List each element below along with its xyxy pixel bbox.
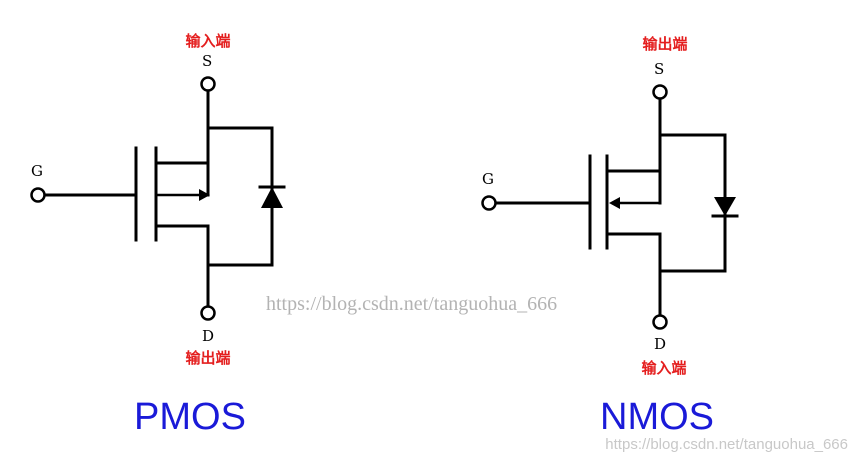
pmos-source-terminal[interactable] [200,76,216,92]
nmos-drain-terminal[interactable] [652,314,668,330]
nmos-source-io-label: 输出端 [642,35,687,53]
nmos-body-arrow [609,197,620,209]
pmos-diode-triangle [261,187,283,208]
pmos-symbol: G S D 输入端 输出端 PMOS [30,32,286,438]
pmos-drain-label: D [202,327,214,345]
nmos-gate-label: G [482,170,494,188]
nmos-diode-triangle [714,197,736,216]
pmos-drain-terminal[interactable] [200,305,216,321]
watermark-center: https://blog.csdn.net/tanguohua_666 [266,293,557,315]
pmos-drain-io-label: 输出端 [185,349,230,367]
pmos-gate-label: G [31,162,43,180]
mosfet-diagram: G S D 输入端 输出端 PMOS G S D 输出端 输入端 NMOS ht… [30,32,848,453]
nmos-source-terminal[interactable] [652,84,668,100]
watermark-corner: https://blog.csdn.net/tanguohua_666 [605,436,848,453]
nmos-drain-io-label: 输入端 [641,359,686,377]
pmos-gate-terminal[interactable] [30,187,46,203]
nmos-gate-terminal[interactable] [481,195,497,211]
pmos-source-label: S [202,52,212,70]
nmos-diode-loop [658,133,727,273]
nmos-title: NMOS [600,396,714,438]
nmos-drain-label: D [654,335,666,353]
pmos-title: PMOS [134,396,246,438]
pmos-source-io-label: 输入端 [185,32,230,50]
pmos-diode-loop [206,126,274,267]
nmos-source-label: S [654,60,664,78]
nmos-symbol: G S D 输出端 输入端 NMOS [481,35,739,438]
